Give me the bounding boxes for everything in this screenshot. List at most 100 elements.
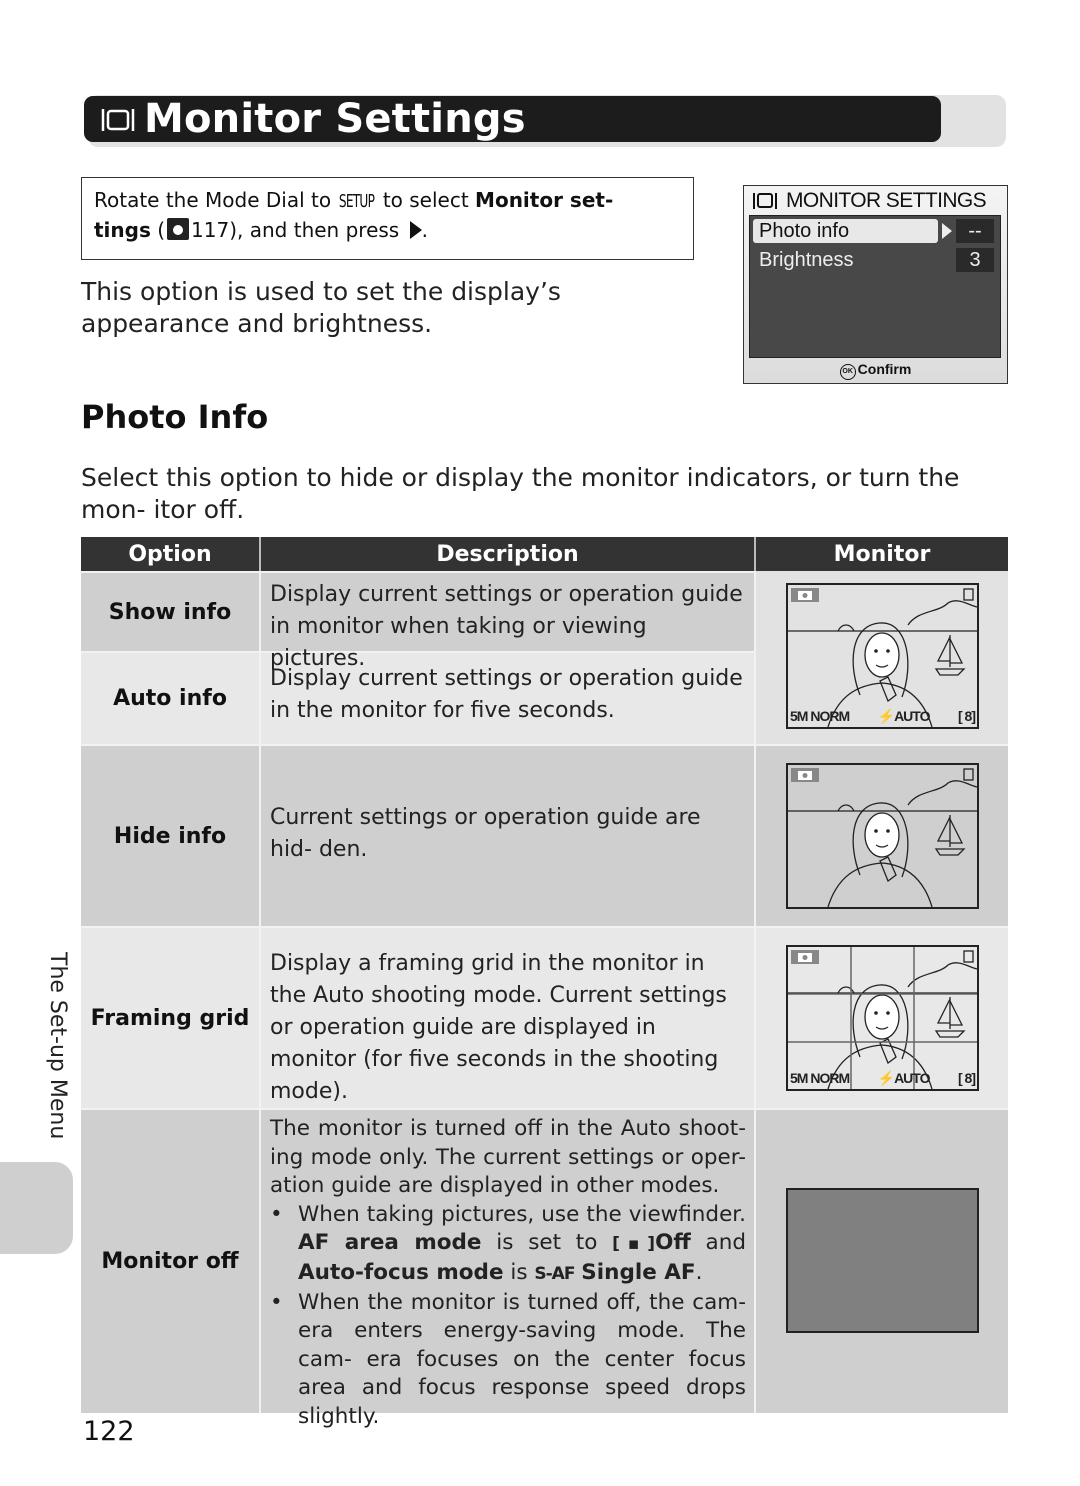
camera-icon-lens (802, 593, 808, 598)
monitor-off-description: The monitor is turned off in the Auto sh… (270, 1116, 746, 1199)
option-description: The monitor is turned off in the Auto sh… (261, 1110, 756, 1429)
camera-menu-value: -- (956, 219, 994, 243)
portrait-scene-illustration (788, 947, 977, 1089)
column-header-description: Description (261, 537, 756, 571)
camera-icon-lens (802, 773, 808, 778)
eye (874, 829, 878, 833)
setting-value: Off (655, 1230, 691, 1256)
image-size-indicator: 5M NORM (790, 1070, 850, 1086)
frames-remaining-indicator: [ 8] (958, 708, 976, 724)
instruction-text: ( (150, 218, 166, 242)
portrait-scene-illustration (788, 768, 977, 907)
bullet-text: When taking pictures, use the viewfinder… (298, 1201, 746, 1227)
camera-menu-title: MONITOR SETTINGS (786, 189, 987, 212)
option-description: Display a framing grid in the monitor in… (261, 928, 756, 1108)
right-arrow-icon (942, 223, 952, 239)
camera-menu-list: Photo info -- Brightness 3 (749, 215, 1001, 358)
camera-menu-footer: OK Confirm (744, 361, 1007, 380)
eye (874, 1011, 878, 1015)
eye (874, 649, 878, 653)
option-description: Current settings or operation guide are … (261, 746, 756, 926)
bullet-dot: • (270, 1201, 283, 1227)
face-outline (864, 812, 900, 858)
mountain-outline (907, 962, 977, 988)
sailboat-outline (934, 635, 966, 676)
sailboat-outline (934, 815, 966, 856)
instruction-text: to select (376, 188, 476, 212)
lcd-off-preview (786, 1188, 979, 1333)
camera-menu-item-brightness[interactable]: Brightness (753, 248, 938, 272)
image-size-indicator: 5M NORM (790, 708, 850, 724)
monitor-icon (753, 193, 777, 209)
bullet-text: and (690, 1230, 746, 1256)
lcd-preview: 5M NORM ⚡AUTO [ 8] (786, 945, 979, 1091)
bullet-text: . (695, 1259, 703, 1285)
camera-menu-value: 3 (956, 248, 994, 272)
bullet-text: is set to (481, 1230, 613, 1256)
page-title: Monitor Settings (144, 96, 526, 142)
hand-outline (879, 856, 897, 883)
monitor-preview-show-info: 5M NORM ⚡AUTO [ 8] (756, 571, 1008, 744)
camera-menu-item-photo-info[interactable]: Photo info (753, 219, 938, 243)
chapter-tab-label: The Set-up Menu (45, 952, 70, 1140)
flash-mode-indicator: ⚡AUTO (877, 708, 931, 724)
title-bar: Monitor Settings (84, 96, 941, 142)
portrait-scene-illustration (788, 588, 977, 727)
bullet-text: is (503, 1259, 535, 1285)
frames-remaining-indicator: [ 8] (958, 1070, 976, 1086)
page-reference[interactable]: 117 (191, 218, 229, 242)
shoulders-outline (827, 862, 933, 907)
single-af-glyph: S-AF (534, 1263, 575, 1284)
table-row: Monitor off The monitor is turned off in… (81, 1108, 1008, 1429)
instruction-text: . (421, 218, 428, 242)
option-description: Display current settings or operation gu… (261, 573, 756, 671)
internal-memory-icon (963, 588, 974, 601)
bullet-item: • When the monitor is turned off, the ca… (270, 1289, 746, 1432)
lcd-overlay: 5M NORM ⚡AUTO [ 8] (790, 1070, 976, 1088)
mountain-outline (907, 600, 977, 626)
bullet-text: When the monitor is turned off, the cam-… (298, 1289, 746, 1429)
hand-outline (879, 676, 897, 703)
lcd-preview (786, 763, 979, 909)
camera-menu-header: MONITOR SETTINGS (752, 188, 1003, 214)
mountain-outline (907, 780, 977, 806)
face-outline (864, 994, 900, 1040)
column-header-monitor: Monitor (833, 541, 931, 567)
options-table: Option Description Monitor Show info Dis… (81, 537, 1008, 1429)
camera-icon-lens (802, 955, 808, 960)
monitor-icon (100, 106, 136, 132)
menu-item-ref: tings (94, 218, 151, 242)
setting-value: Single AF (581, 1259, 696, 1285)
setup-mode-glyph: SETUP (339, 191, 375, 212)
setting-name: Auto-focus mode (298, 1259, 504, 1285)
eye (886, 649, 890, 653)
confirm-label: Confirm (857, 361, 912, 377)
option-name: Hide info (81, 746, 261, 926)
setting-name: AF area mode (298, 1230, 482, 1256)
bullet-dot: • (270, 1289, 283, 1315)
lcd-preview: 5M NORM ⚡AUTO [ 8] (786, 583, 979, 729)
af-area-glyph: [▪] (612, 1234, 656, 1255)
option-name: Auto info (81, 653, 261, 744)
page-number: 122 (83, 1416, 135, 1447)
eye (886, 1011, 890, 1015)
option-name: Show info (81, 573, 261, 651)
monitor-preview-hide-info (756, 744, 1008, 926)
instruction-box: Rotate the Mode Dial to SETUP to select … (81, 177, 694, 260)
chapter-tab[interactable] (0, 1162, 73, 1254)
table-header: Option Description Monitor (81, 537, 1008, 571)
lcd-overlay: 5M NORM ⚡AUTO [ 8] (790, 708, 976, 726)
bullet-item: • When taking pictures, use the viewfind… (270, 1201, 746, 1289)
section-text: Select this option to hide or display th… (81, 463, 960, 524)
reference-icon (167, 218, 190, 240)
monitor-preview-framing-grid: 5M NORM ⚡AUTO [ 8] (756, 926, 1008, 1108)
section-heading: Photo Info (81, 398, 269, 436)
camera-menu-screen: MONITOR SETTINGS Photo info -- Brightnes… (743, 185, 1008, 384)
instruction-text: ), and then press (229, 218, 406, 242)
internal-memory-icon (963, 950, 974, 963)
ok-button-icon: OK (839, 364, 856, 380)
intro-text: This option is used to set the display’s… (81, 277, 561, 338)
option-name: Framing grid (81, 928, 261, 1108)
option-name: Monitor off (81, 1110, 261, 1413)
flash-mode-indicator: ⚡AUTO (877, 1070, 931, 1086)
